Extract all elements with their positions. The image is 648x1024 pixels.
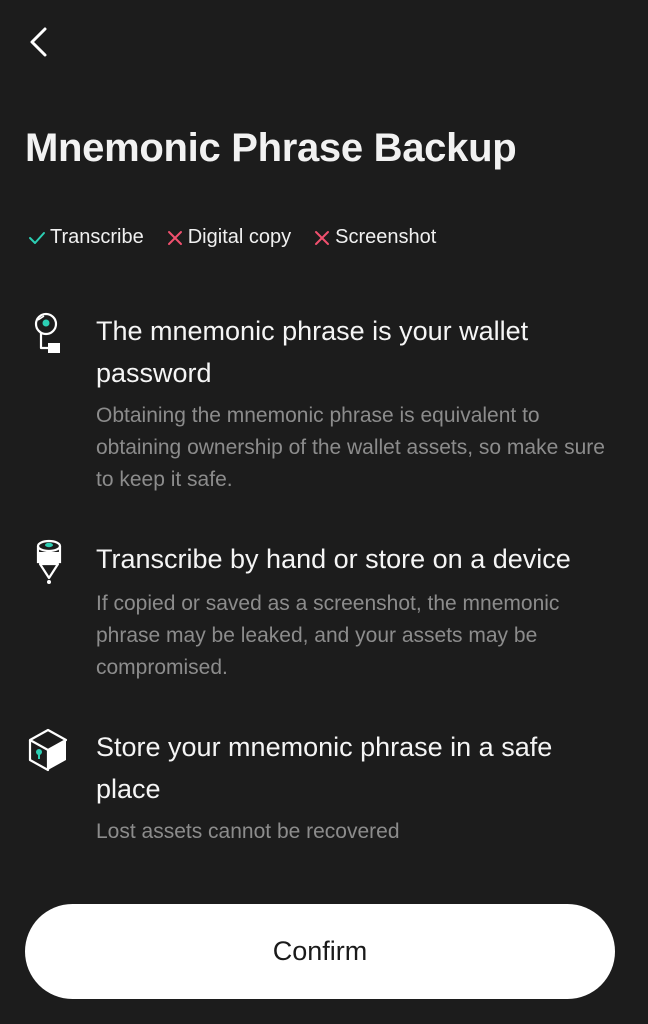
section-heading: The mnemonic phrase is your wallet passw… (96, 316, 529, 388)
page-title: Mnemonic Phrase Backup (25, 126, 517, 170)
rule-screenshot: Screenshot (313, 226, 436, 249)
backup-rules: Transcribe Digital copy Screenshot (28, 226, 458, 249)
section-heading: Store your mnemonic phrase in a safe pla… (96, 732, 553, 804)
section-heading: Transcribe by hand or store on a device (96, 544, 571, 574)
section-description: If copied or saved as a screenshot, the … (96, 592, 560, 679)
rule-transcribe: Transcribe (28, 226, 144, 249)
back-button[interactable] (22, 24, 58, 60)
check-icon (29, 231, 45, 244)
rule-label: Digital copy (187, 226, 292, 248)
rule-label: Transcribe (50, 226, 144, 248)
safe-box-icon (28, 728, 68, 772)
rule-label: Screenshot (335, 226, 437, 248)
section-description: Lost assets cannot be recovered (96, 820, 400, 843)
section-description: Obtaining the mnemonic phrase is equival… (96, 404, 605, 491)
x-icon (315, 230, 330, 245)
x-icon (167, 230, 182, 245)
rule-digital-copy: Digital copy (166, 226, 291, 249)
chevron-left-icon (30, 27, 47, 57)
confirm-button[interactable]: Confirm (25, 904, 615, 999)
key-lock-icon (34, 312, 60, 353)
pen-icon (36, 539, 62, 584)
